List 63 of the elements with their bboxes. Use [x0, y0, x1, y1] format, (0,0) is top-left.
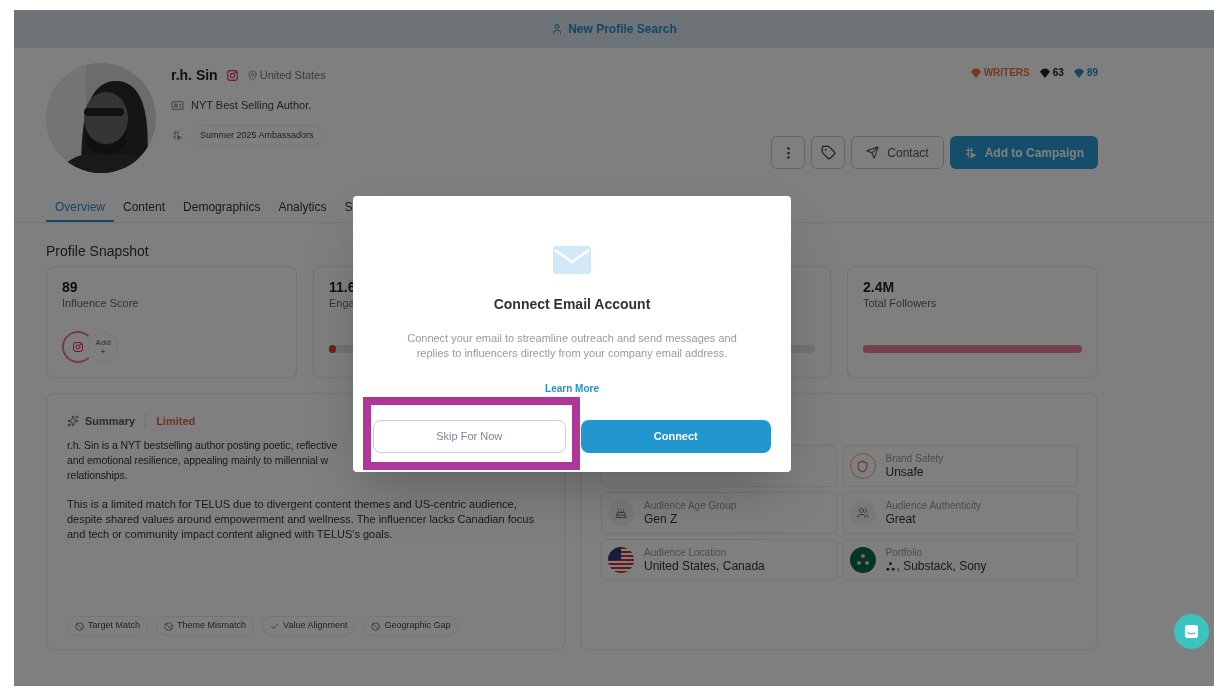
check-icon [270, 621, 280, 631]
tab[interactable]: Analytics [269, 194, 336, 222]
hashtag-play-icon [171, 129, 183, 142]
user-icon [551, 23, 564, 35]
detail-value: Gen Z [644, 511, 678, 527]
contact-button[interactable]: Contact [851, 136, 944, 169]
paper-plane-icon [866, 146, 880, 159]
stat-label: Total Followers [863, 296, 937, 311]
people-icon [849, 500, 876, 526]
hashtag-play-icon [963, 146, 977, 159]
tag-button[interactable] [811, 136, 846, 169]
add-to-campaign-button[interactable]: Add to Campaign [949, 136, 1098, 169]
summary-line: r.h. Sin is a NYT bestselling author posting poetic, reflective [67, 437, 338, 453]
stars-badge-icon [849, 547, 876, 573]
summary-line: relationships. [67, 467, 128, 483]
detail-value: United States, Canada [644, 558, 765, 574]
detail-value: , Substack, Sony [896, 558, 987, 574]
cake-icon [608, 500, 634, 526]
score-count: 63 [1052, 66, 1064, 80]
category-label: WRITERS [983, 66, 1030, 80]
profile-location: United States [259, 68, 326, 84]
ban-icon [164, 621, 174, 631]
skip-button[interactable]: Skip For Now [373, 420, 566, 453]
gem-icon [970, 67, 981, 78]
sparkle-icon [67, 415, 79, 428]
instagram-icon [225, 69, 239, 82]
summary-title: Summary [85, 414, 136, 429]
stat-value: 2.4M [863, 279, 895, 296]
chat-launcher-button[interactable] [1174, 614, 1209, 649]
learn-more-link[interactable]: Learn More [545, 381, 599, 396]
more-icon [786, 146, 790, 159]
gem-icon [1039, 67, 1050, 78]
detail-value: Great [885, 511, 916, 527]
match-label: Limited [156, 414, 196, 429]
stat-value: 89 [62, 279, 78, 296]
connect-button[interactable]: Connect [580, 420, 771, 453]
profile-bio: NYT Best Selling Author. [191, 98, 312, 113]
add-platform-button[interactable]: Add + [88, 332, 118, 362]
id-card-icon [171, 98, 184, 112]
instagram-icon [72, 341, 84, 353]
tab[interactable]: Overview [46, 194, 114, 222]
profile-name: r.h. Sin [171, 66, 218, 85]
summary-line: and emotional resilience, appealing mainly to millennial w [67, 452, 328, 468]
modal-title: Connect Email Account [493, 295, 651, 314]
location-pin-icon [246, 70, 258, 81]
summary-paragraph: This is a limited match for TELUS due to divergent content themes and US-centric audience, despite shared values around empowerment and wellness. The influencer lacks Canadian focus and tech or community impact content aligned with TELUS's goals. [67, 496, 535, 542]
detail-value: Unsafe [885, 464, 924, 480]
gem-icon [1073, 67, 1084, 78]
tab[interactable]: S [335, 194, 362, 222]
flag-icon [608, 547, 634, 573]
new-profile-search-link[interactable]: New Profile Search [551, 20, 677, 38]
chat-icon [1184, 624, 1199, 639]
tab[interactable]: Content [114, 194, 175, 222]
modal-description: Connect your email to streamline outreach and send messages and replies to influencers directly from your company email address. [406, 331, 738, 361]
stat-label: Influence Score [62, 296, 139, 311]
ban-icon [371, 621, 381, 631]
tag-icon [820, 145, 836, 160]
tab[interactable]: Demographics [174, 194, 270, 222]
dots-logo-icon [885, 561, 895, 571]
envelope-icon [553, 246, 591, 274]
score-count: 89 [1086, 66, 1098, 80]
section-title: Profile Snapshot [46, 242, 149, 261]
ban-icon [75, 621, 84, 631]
